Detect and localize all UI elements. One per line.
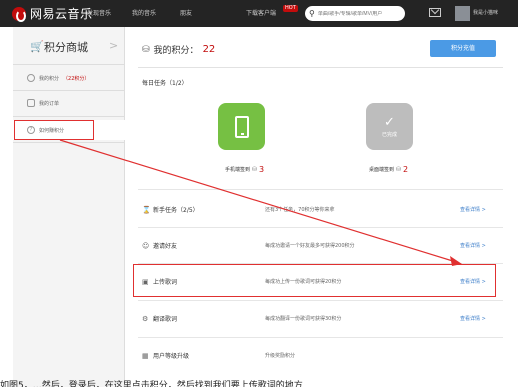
mobile-checkin-label: 手机端签到 ⛁ 3 bbox=[225, 165, 264, 174]
caption-text: 如图5，…然后，登录后，在这里点击积分，然后找到我们要上传歌词的地方 bbox=[0, 381, 303, 387]
divider bbox=[138, 67, 503, 68]
task-row-newbie[interactable]: ⌛ 新手任务（2/5） 还有3个任务，70积分等你来拿 查看详情 > bbox=[138, 192, 503, 228]
divider bbox=[138, 189, 503, 190]
row-title: 用户等级升级 bbox=[153, 353, 190, 360]
nav-discover[interactable]: 发现音乐 bbox=[87, 0, 111, 27]
mobile-checkin-card[interactable] bbox=[218, 103, 265, 150]
row-desc: 每成功翻译一份歌词可获得30积分 bbox=[265, 316, 342, 322]
highlight-box-upload-row bbox=[133, 264, 496, 297]
sidebar: 🛒 积分商城 > 我的积分 （22积分） 我的订单 ? 如何赚积分 bbox=[13, 27, 126, 387]
sidebar-title-label: 积分商城 bbox=[44, 41, 88, 54]
divider bbox=[13, 142, 125, 143]
user-icon: ☺ bbox=[142, 242, 150, 250]
level-icon: ▦ bbox=[142, 352, 149, 360]
row-desc: 每成功邀请一个好友最多可获得200积分 bbox=[265, 243, 355, 249]
task-points: 3 bbox=[259, 165, 265, 174]
my-points-value: 22 bbox=[202, 44, 216, 55]
database-icon: ⛁ bbox=[396, 166, 402, 173]
sidebar-item-points: （22积分） bbox=[63, 75, 90, 82]
desktop-checkin-card: ✓ 已完成 bbox=[366, 103, 413, 150]
row-desc: 升级奖励积分 bbox=[265, 353, 296, 359]
main-content: ⛁ 我的积分： 22 积分充值 每日任务（1/2） ✓ 已完成 手机端签到 ⛁ … bbox=[125, 27, 518, 387]
sidebar-item-label: 我的订单 bbox=[39, 100, 60, 107]
nav-download[interactable]: 下载客户端 bbox=[246, 0, 276, 27]
task-label-text: 手机端签到 bbox=[225, 167, 251, 173]
cart-icon: 🛒 bbox=[30, 40, 44, 53]
task-points: 2 bbox=[403, 165, 409, 174]
chevron-right-icon: > bbox=[109, 39, 119, 52]
view-details-link[interactable]: 查看详情 > bbox=[460, 206, 486, 213]
task-label-text: 桌面端签到 bbox=[369, 167, 395, 173]
search-icon: ⚲ bbox=[309, 9, 315, 18]
view-details-link[interactable]: 查看详情 > bbox=[460, 242, 486, 249]
row-title: 邀请好友 bbox=[153, 243, 178, 250]
document-icon bbox=[27, 99, 35, 107]
search-box[interactable]: ⚲ bbox=[305, 6, 405, 21]
my-points-label: 我的积分： bbox=[153, 46, 199, 56]
search-input[interactable] bbox=[317, 10, 398, 17]
completed-label: 已完成 bbox=[381, 131, 397, 138]
translate-icon: ⚙ bbox=[142, 315, 149, 323]
nav-friends[interactable]: 朋友 bbox=[180, 0, 192, 27]
desktop-checkin-label: 桌面端签到 ⛁ 2 bbox=[369, 165, 408, 174]
view-details-link[interactable]: 查看详情 > bbox=[460, 315, 486, 322]
task-row-level-up[interactable]: ▦ 用户等级升级 升级奖励积分 bbox=[138, 338, 503, 374]
divider bbox=[13, 116, 125, 117]
hourglass-icon: ⌛ bbox=[142, 206, 151, 214]
logo-text: 网易云音乐 bbox=[30, 7, 93, 21]
row-title: 翻译歌词 bbox=[153, 316, 178, 323]
phone-icon bbox=[234, 115, 249, 138]
hot-badge: HOT bbox=[283, 5, 298, 12]
daily-tasks-title: 每日任务（1/2） bbox=[142, 80, 188, 87]
task-row-translate-lyrics[interactable]: ⚙ 翻译歌词 每成功翻译一份歌词可获得30积分 查看详情 > bbox=[138, 301, 503, 337]
check-icon: ✓ bbox=[384, 114, 395, 130]
row-title: 新手任务（2/5） bbox=[153, 207, 199, 214]
logo[interactable]: 网易云音乐 bbox=[12, 4, 93, 23]
app-window: 网易云音乐 发现音乐 我的音乐 朋友 下载客户端 HOT ⚲ 我是小猫咪 🛒 积… bbox=[0, 0, 518, 387]
nav-my-music[interactable]: 我的音乐 bbox=[132, 0, 156, 27]
highlight-box-sidebar bbox=[14, 120, 94, 140]
sidebar-item-my-points[interactable]: 我的积分 （22积分） bbox=[13, 68, 125, 88]
logo-icon bbox=[12, 6, 26, 22]
sidebar-item-label: 我的积分 bbox=[39, 75, 60, 82]
username[interactable]: 我是小猫咪 bbox=[473, 0, 498, 27]
mail-icon[interactable] bbox=[429, 8, 441, 17]
divider bbox=[13, 90, 125, 91]
recharge-button[interactable]: 积分充值 bbox=[430, 40, 496, 57]
avatar[interactable] bbox=[455, 6, 470, 21]
divider bbox=[13, 64, 125, 65]
task-row-invite[interactable]: ☺ 邀请好友 每成功邀请一个好友最多可获得200积分 查看详情 > bbox=[138, 228, 503, 264]
database-icon: ⛁ bbox=[142, 44, 150, 55]
row-desc: 还有3个任务，70积分等你来拿 bbox=[265, 207, 335, 213]
sidebar-item-my-orders[interactable]: 我的订单 bbox=[13, 93, 125, 113]
top-nav-bar: 网易云音乐 发现音乐 我的音乐 朋友 下载客户端 HOT ⚲ 我是小猫咪 bbox=[0, 0, 518, 27]
database-icon: ⛁ bbox=[252, 166, 258, 173]
database-icon bbox=[27, 74, 35, 82]
my-points-header: ⛁ 我的积分： 22 bbox=[142, 43, 215, 56]
